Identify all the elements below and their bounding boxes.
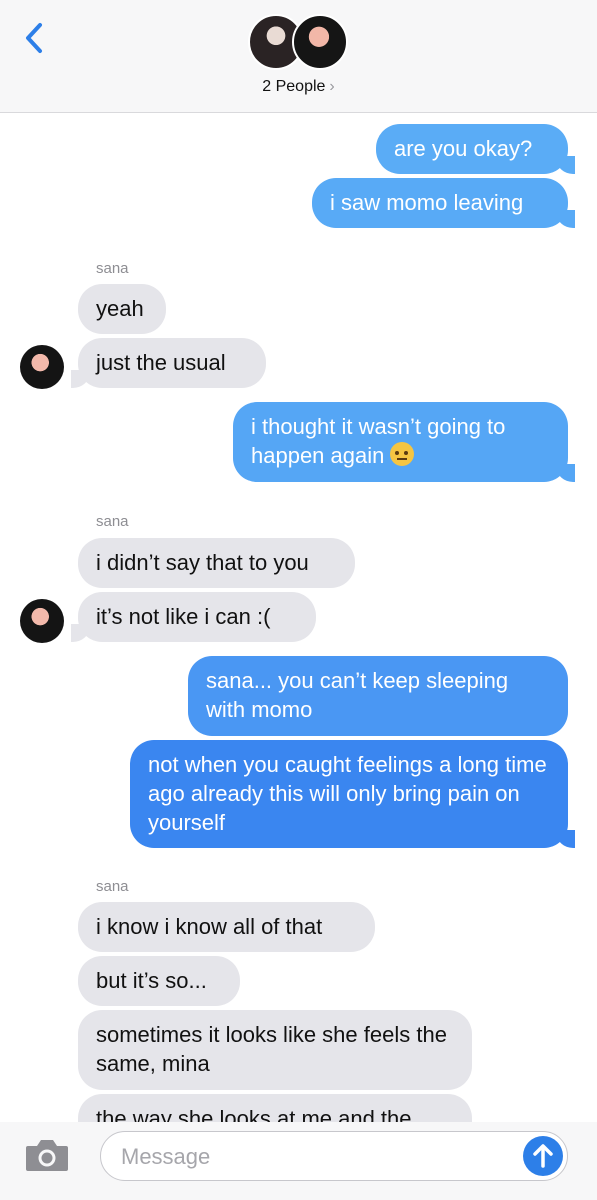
participants-label: 2 People [262,78,326,95]
message-thread[interactable]: are you okay? i saw momo leaving sana ye… [0,112,597,1122]
message-text: the way she looks at me and the [96,1106,412,1122]
message-text: i saw momo leaving [330,190,524,215]
message-bubble-outgoing[interactable]: i thought it wasn’t going to happen agai… [233,402,575,482]
message-text: i thought it wasn’t going to happen agai… [251,414,506,468]
message-bubble-incoming[interactable]: it’s not like i can :( [71,592,316,642]
message-bubble-outgoing[interactable]: not when you caught feelings a long time… [130,740,575,848]
participants-button[interactable]: 2 People › [0,78,597,96]
message-bubble-incoming[interactable]: sometimes it looks like she feels the sa… [78,1010,472,1090]
camera-button[interactable] [24,1137,70,1173]
message-input[interactable] [119,1142,503,1172]
message-bubble-incoming[interactable]: just the usual [71,338,266,388]
message-text: yeah [96,296,144,321]
chevron-left-icon [26,23,42,53]
back-button[interactable] [20,20,50,56]
sender-name: sana [96,513,129,530]
message-bubble-incoming[interactable]: the way she looks at me and the [78,1094,472,1122]
message-input-container[interactable] [100,1131,568,1181]
avatar [20,599,64,643]
chevron-right-icon: › [329,78,335,95]
arrow-up-icon [533,1144,553,1168]
message-text: sometimes it looks like she feels the sa… [96,1022,447,1076]
message-bubble-outgoing[interactable]: are you okay? [376,124,575,174]
avatar [20,345,64,389]
message-text: not when you caught feelings a long time… [148,752,547,835]
conversation-header: 2 People › [0,0,597,113]
message-bubble-outgoing[interactable]: sana... you can’t keep sleeping with mom… [188,656,568,736]
message-text: i didn’t say that to you [96,550,309,575]
message-text: just the usual [96,350,226,375]
message-bubble-incoming[interactable]: but it’s so... [78,956,240,1006]
avatar [292,14,348,70]
message-text: it’s not like i can :( [96,604,271,629]
message-text: sana... you can’t keep sleeping with mom… [206,668,509,722]
message-bubble-incoming[interactable]: i know i know all of that [78,902,375,952]
camera-icon [26,1140,68,1171]
sender-name: sana [96,260,129,277]
message-text: are you okay? [394,136,533,161]
group-avatars[interactable] [248,14,350,72]
send-button[interactable] [523,1136,563,1176]
raised-eyebrow-emoji-icon [390,442,415,466]
message-bubble-incoming[interactable]: yeah [78,284,166,334]
message-bubble-outgoing[interactable]: i saw momo leaving [312,178,575,228]
message-text: i know i know all of that [96,914,323,939]
message-bubble-incoming[interactable]: i didn’t say that to you [78,538,355,588]
sender-name: sana [96,878,129,895]
message-text: but it’s so... [96,968,207,993]
